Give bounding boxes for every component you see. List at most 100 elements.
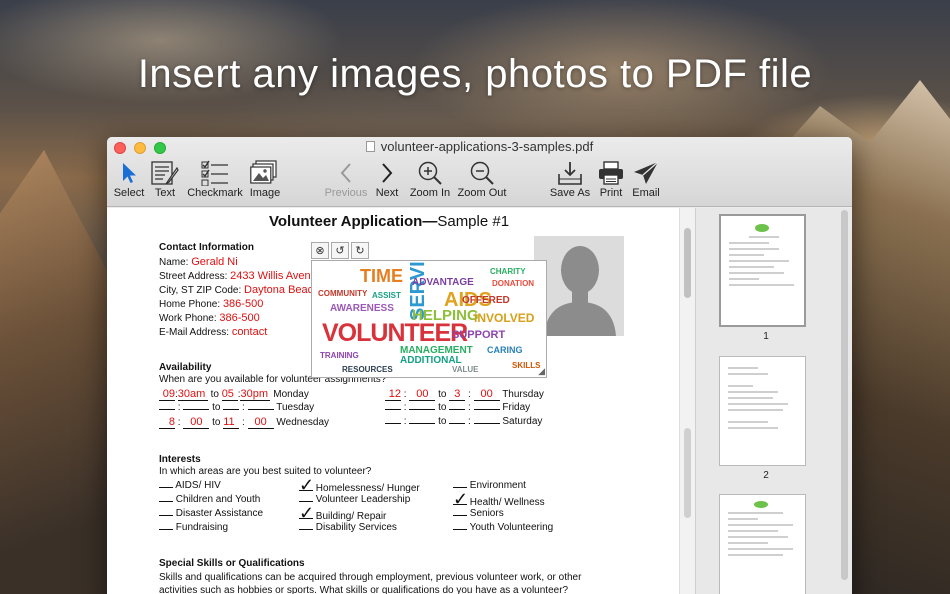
day-saturday: Saturday (502, 416, 543, 427)
pdf-page-view[interactable]: Volunteer Application—Sample #1 Contact … (107, 208, 679, 594)
text-label: Text (154, 187, 176, 199)
name-label: Name: (159, 257, 189, 268)
wordcloud-word: TIME (360, 266, 403, 286)
wed-start-min[interactable]: 00 (190, 416, 202, 428)
work-phone-value[interactable]: 386-500 (219, 312, 259, 324)
print-label: Print (599, 187, 623, 199)
portrait-placeholder-image[interactable] (534, 236, 624, 336)
email-address-value[interactable]: contact (232, 326, 267, 338)
zoom-in-button[interactable]: Zoom In (407, 159, 453, 199)
document-title-bold: Volunteer Application— (269, 213, 438, 230)
availability-row-saturday: : to : Saturday (385, 416, 542, 427)
thu-end-hour[interactable]: 3 (454, 388, 460, 400)
checkmark-label: Checkmark (187, 187, 243, 199)
person-silhouette-icon (544, 246, 616, 336)
wordcloud-word: RESOURCES (342, 365, 393, 374)
thumbnail-label-2: 2 (763, 470, 769, 481)
home-phone-value[interactable]: 386-500 (223, 298, 263, 310)
image-edit-toolbar: ⊗ ↺ ↻ (311, 242, 369, 259)
rotate-right-icon[interactable]: ↻ (351, 242, 369, 259)
wed-end-hour[interactable]: 11 (223, 416, 234, 428)
thu-start-hour[interactable]: 12 (389, 388, 401, 400)
text-tool-button[interactable]: Text (149, 159, 181, 199)
to-label: to (210, 389, 219, 400)
save-download-icon (558, 162, 582, 185)
page-scrollbar-thumb[interactable] (684, 228, 691, 298)
thu-end-min[interactable]: 00 (480, 388, 492, 400)
street-value[interactable]: 2433 Willis Avenue (230, 270, 323, 282)
pdf-editor-window: volunteer-applications-3-samples.pdf Sel… (107, 137, 852, 594)
mon-start-hour[interactable]: 09 (163, 388, 175, 400)
availability-heading: Availability (159, 362, 212, 373)
wordcloud-word: VALUE (452, 365, 479, 374)
cursor-arrow-icon (123, 163, 136, 183)
interest-children-youth: Children and Youth (175, 494, 261, 505)
interest-disaster-assistance: Disaster Assistance (175, 508, 264, 519)
save-as-label: Save As (549, 187, 591, 199)
zoom-out-button[interactable]: Zoom Out (454, 159, 510, 199)
interest-youth-volunteering: Youth Volunteering (469, 522, 554, 533)
wordcloud-word: INVOLVED (474, 311, 535, 325)
interest-health-wellness: Health/ Wellness (469, 497, 545, 508)
email-address-label: E-Mail Address: (159, 327, 230, 338)
wordcloud-word: HELPING (412, 307, 479, 324)
availability-row-thursday: 12 : 00 to 3 : 00 Thursday (385, 388, 544, 401)
document-content: Volunteer Application—Sample #1 Contact … (107, 208, 852, 594)
wordcloud-word: OFFERED (462, 295, 510, 306)
zoom-out-label: Zoom Out (457, 187, 507, 199)
interests-heading: Interests (159, 454, 201, 465)
mon-end-min[interactable]: 30pm (240, 388, 268, 400)
interest-seniors: Seniors (469, 508, 504, 519)
availability-row-monday: 09:30am to 05:30pm Monday (159, 388, 309, 401)
interest-building-repair: Building/ Repair (315, 511, 387, 522)
checkmark-icon[interactable]: ✓ (299, 476, 314, 494)
email-button[interactable]: Email (630, 159, 662, 199)
rotate-left-icon[interactable]: ↺ (331, 242, 349, 259)
paper-plane-icon (634, 161, 659, 184)
save-as-button[interactable]: Save As (548, 159, 592, 199)
image-label: Image (249, 187, 281, 199)
page-scrollbar[interactable] (679, 208, 695, 594)
city-value[interactable]: Daytona Beach (244, 284, 319, 296)
wordcloud-word: CHARITY (490, 267, 526, 276)
day-wednesday: Wednesday (276, 417, 330, 428)
skills-heading: Special Skills or Qualifications (159, 558, 305, 569)
print-button[interactable]: Print (595, 159, 627, 199)
title-toolbar: volunteer-applications-3-samples.pdf Sel… (107, 137, 852, 207)
mon-start-min[interactable]: 30am (178, 388, 206, 400)
document-title: Volunteer Application—Sample #1 (269, 213, 509, 230)
image-tool-button[interactable]: Image (247, 159, 283, 199)
checkmark-icon[interactable]: ✓ (299, 504, 314, 522)
skills-text-2: activities such as hobbies or sports. Wh… (159, 585, 569, 594)
previous-label: Previous (324, 187, 368, 199)
name-value[interactable]: Gerald Ni (191, 256, 237, 268)
thumbnail-page-1[interactable] (719, 214, 806, 327)
work-phone-label: Work Phone: (159, 313, 217, 324)
resize-handle-icon[interactable]: ◢ (538, 366, 545, 377)
day-thursday: Thursday (502, 389, 544, 400)
thu-start-min[interactable]: 00 (416, 388, 428, 400)
street-label: Street Address: (159, 271, 228, 282)
to-label: to (438, 389, 447, 400)
inserted-wordcloud-image[interactable]: VOLUNTEER SERVICES AIDS HELPING ADVANTAG… (311, 260, 547, 378)
document-title-sub: Sample #1 (437, 213, 510, 230)
wed-end-min[interactable]: 00 (254, 416, 266, 428)
thumbnail-scrollbar[interactable] (841, 210, 848, 580)
wed-start-hour[interactable]: 8 (169, 416, 175, 428)
mon-end-hour[interactable]: 05 (222, 388, 234, 400)
zoom-out-icon (470, 161, 494, 185)
select-tool-button[interactable]: Select (113, 159, 145, 199)
checkmark-icon[interactable]: ✓ (453, 490, 468, 508)
thumbnail-page-2[interactable] (719, 356, 806, 466)
thumbnail-page-3[interactable] (719, 494, 806, 594)
thumbnail-sidebar: 1 2 (695, 208, 852, 594)
to-label: to (438, 416, 447, 427)
previous-page-button[interactable]: Previous (323, 159, 369, 199)
delete-image-icon[interactable]: ⊗ (311, 242, 329, 259)
checkmark-tool-button[interactable]: Checkmark (186, 159, 244, 199)
next-page-button[interactable]: Next (374, 159, 400, 199)
pdf-document-icon (365, 141, 375, 152)
interest-volunteer-leadership: Volunteer Leadership (315, 494, 411, 505)
day-monday: Monday (273, 389, 309, 400)
logo-icon (754, 501, 768, 508)
